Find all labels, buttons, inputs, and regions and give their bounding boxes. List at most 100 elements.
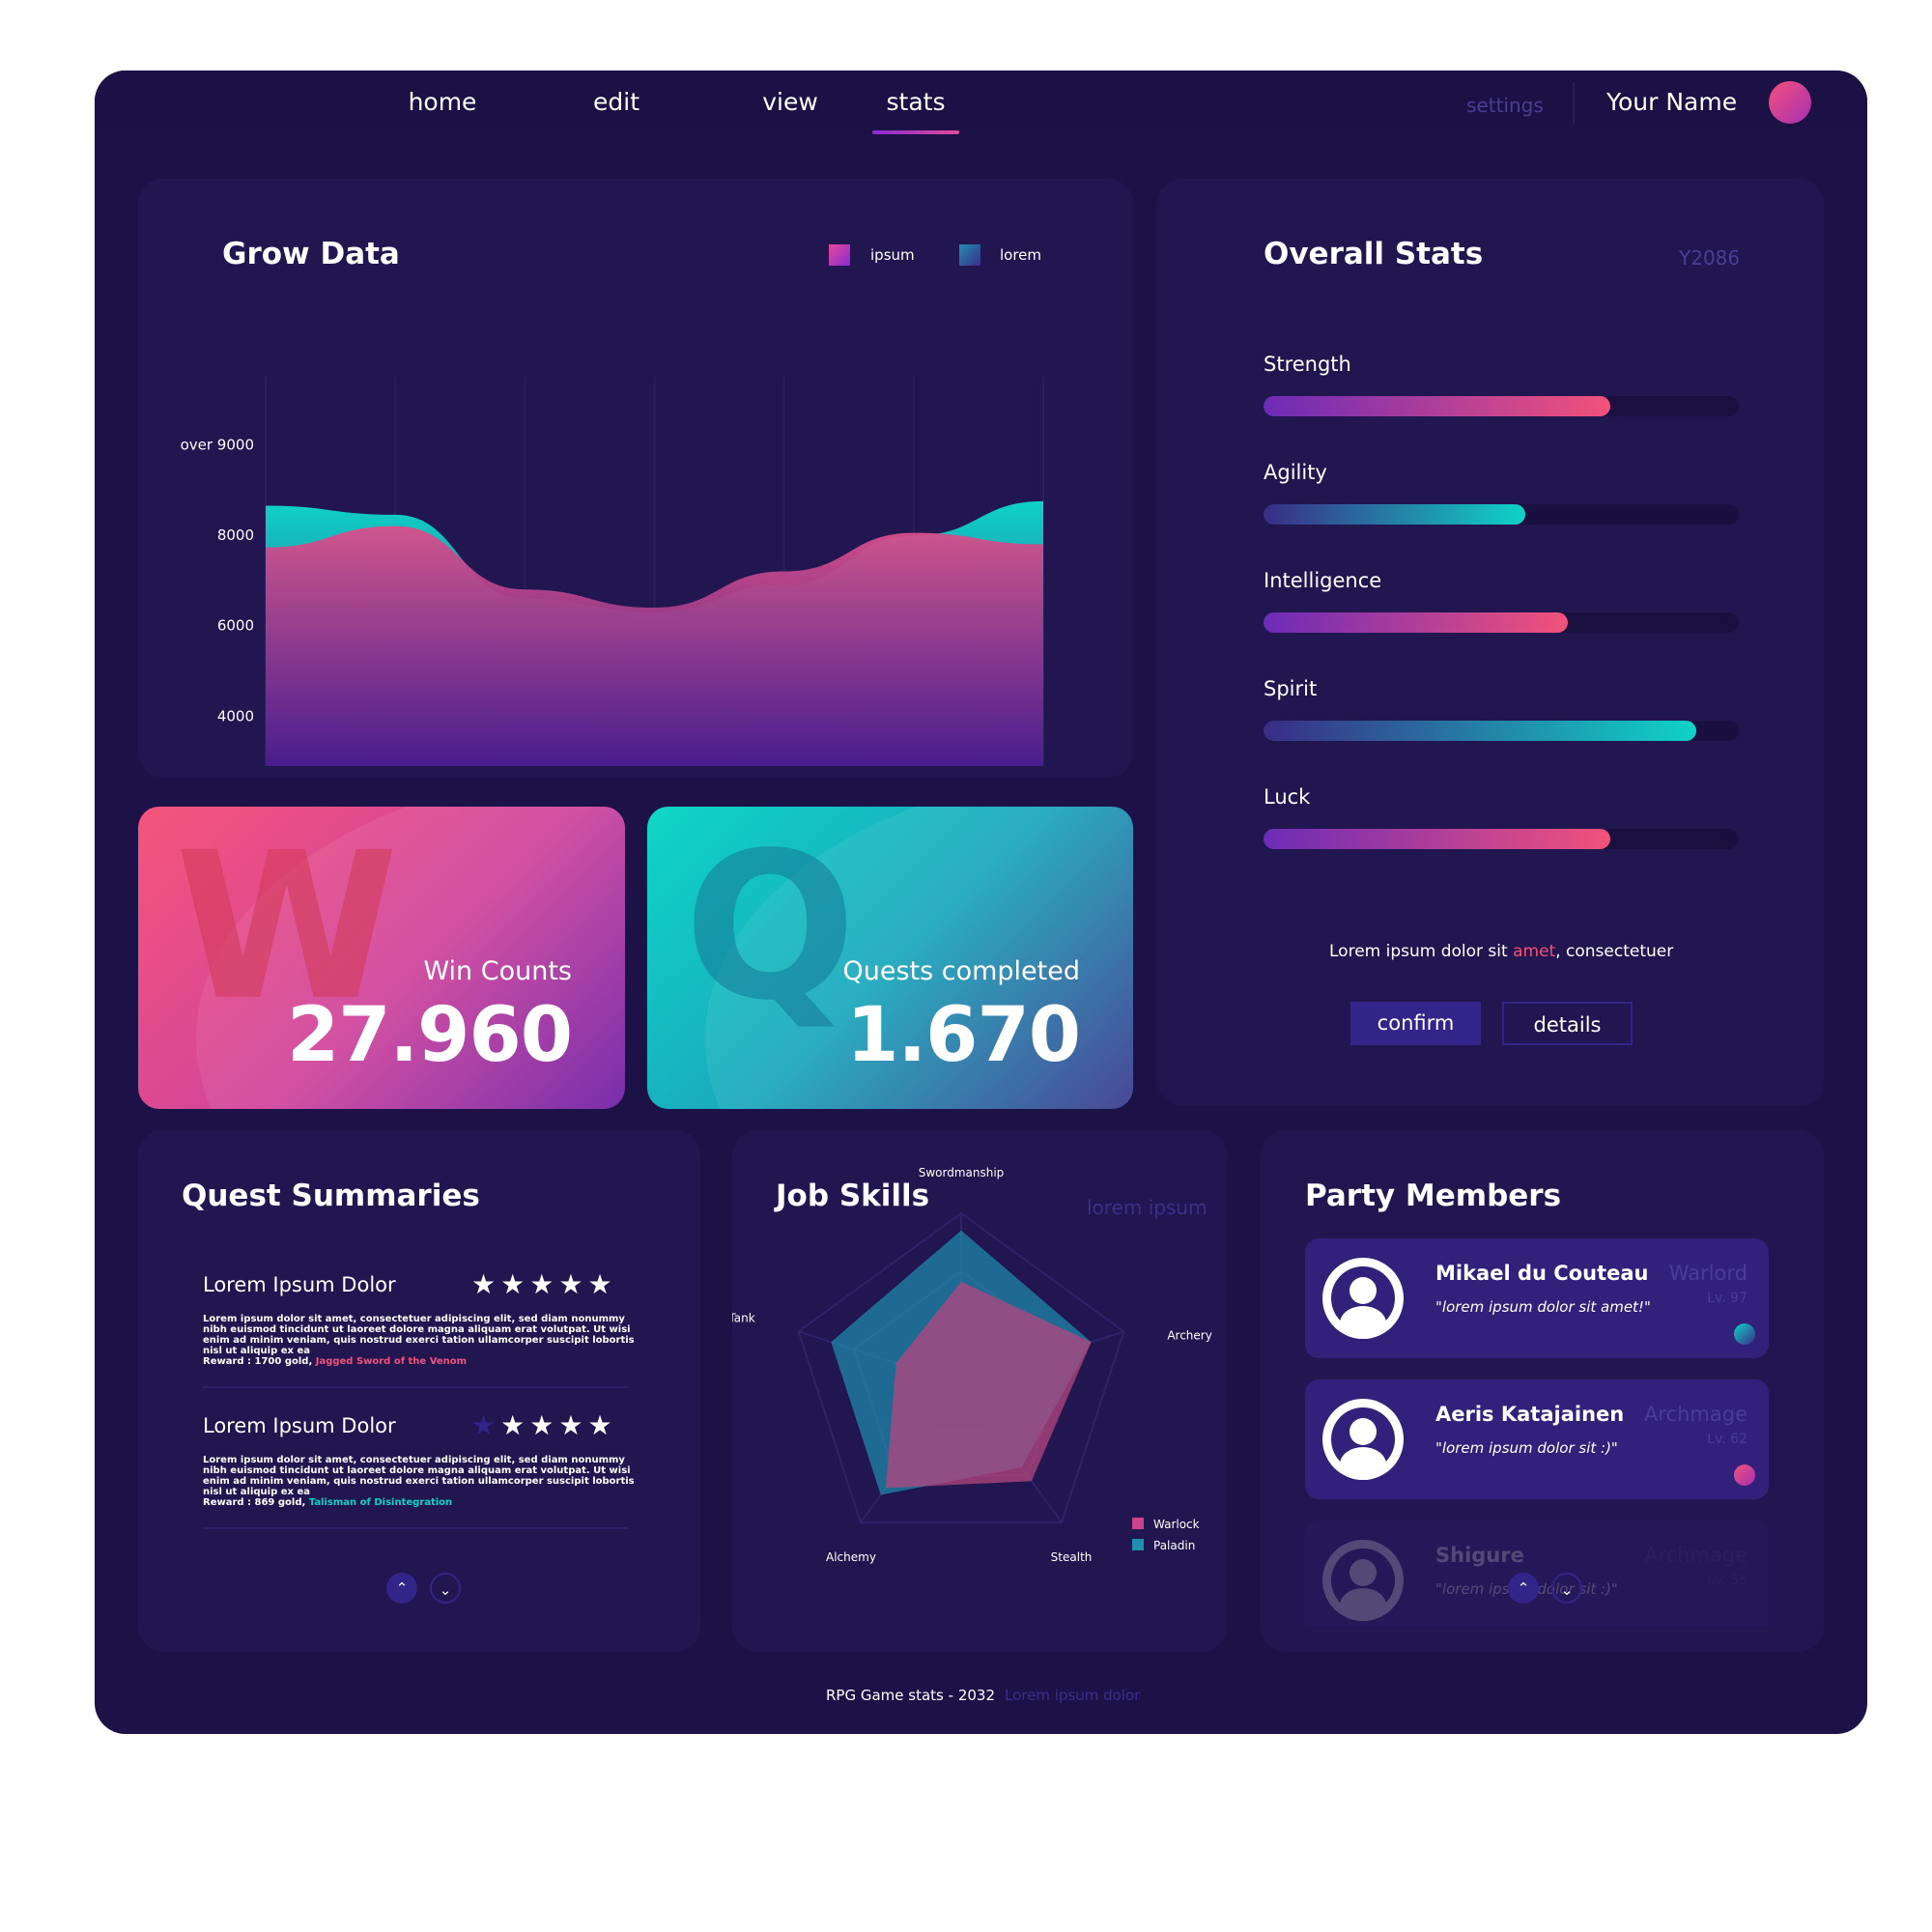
details-button[interactable]: details [1502, 1002, 1633, 1045]
stat-label-spirit: Spirit [1264, 677, 1318, 700]
job-skills-card: Job Skills lorem ipsum Swordmanship Arche… [732, 1130, 1227, 1652]
quest-summaries-card: Quest Summaries Lorem Ipsum Dolor ★★★★★ … [138, 1130, 700, 1652]
star-icon: ★ [471, 1409, 501, 1441]
member-avatar [1322, 1258, 1404, 1339]
member-class: Archmage [1644, 1544, 1747, 1567]
tab-view[interactable]: view [727, 88, 853, 116]
stat-bar-spirit [1264, 721, 1696, 741]
stat-track-luck [1264, 829, 1739, 849]
quest-reward-item[interactable]: Talisman of Disintegration [309, 1497, 452, 1508]
y-tick-label: 8000 [217, 526, 254, 544]
user-icon [1331, 1548, 1395, 1621]
y-tick-label: over 9000 [181, 436, 254, 453]
quest-reward: Reward : 869 gold, Talisman of Disintegr… [203, 1497, 452, 1508]
win-counts-value: 27.960 [287, 992, 573, 1079]
tab-stats[interactable]: stats [853, 88, 979, 116]
scroll-up-button[interactable]: ⌃ [386, 1573, 417, 1604]
radar-legend-swatch [1132, 1539, 1144, 1550]
stats-note-highlight: amet [1513, 942, 1556, 961]
user-icon [1331, 1407, 1395, 1480]
stat-bar-luck [1264, 829, 1611, 849]
quest-rating: ★★★★★ [471, 1268, 617, 1300]
stat-bar-strength [1264, 396, 1611, 416]
win-counts-label: Win Counts [423, 956, 572, 986]
active-tab-indicator [872, 130, 959, 134]
member-avatar [1322, 1399, 1404, 1480]
party-scroll-down-button[interactable]: ⌄ [1551, 1573, 1582, 1604]
grow-data-card: Grow Data ipsum lorem over 9000 8000 6000 4… [138, 179, 1133, 778]
quest-reward-text: Reward : 869 gold, [203, 1497, 309, 1508]
stat-track-strength [1264, 396, 1739, 416]
y-tick-label: 4000 [217, 707, 254, 724]
stat-track-intelligence [1264, 612, 1739, 633]
quest-title[interactable]: Lorem Ipsum Dolor [203, 1414, 396, 1437]
star-icon: ★ [529, 1409, 559, 1441]
stats-note-text: Lorem ipsum dolor sit [1329, 942, 1514, 961]
member-quote: "lorem ipsum dolor sit :)" [1435, 1439, 1618, 1457]
grow-area-chart: over 9000800060004000week 1week 1week 1w… [181, 377, 1044, 766]
star-icon: ★ [529, 1268, 559, 1300]
dashboard-window: home edit view stats settings Your Name … [95, 71, 1867, 1734]
quest-letter: Q [684, 809, 857, 1045]
quest-divider [203, 1386, 628, 1388]
stat-bar-agility [1264, 504, 1525, 525]
member-quote: "lorem ipsum dolor sit amet!" [1435, 1298, 1651, 1316]
party-member-card[interactable]: Shigure "lorem ipsum dolor sit :)" Archm… [1305, 1520, 1769, 1627]
member-avatar [1322, 1540, 1404, 1621]
quest-description: Lorem ipsum dolor sit amet, consectetuer… [203, 1455, 635, 1497]
footer-link[interactable]: Lorem ipsum dolor [1005, 1687, 1140, 1704]
member-level: Lv. 62 [1707, 1432, 1747, 1447]
quest-reward-item[interactable]: Jagged Sword of the Venom [316, 1356, 467, 1367]
quest-summaries-title: Quest Summaries [182, 1179, 480, 1213]
star-icon: ★ [471, 1268, 501, 1300]
chevron-up-icon: ⌃ [395, 1579, 409, 1597]
user-name[interactable]: Your Name [1606, 88, 1737, 116]
settings-link[interactable]: settings [1466, 94, 1544, 117]
member-level: Lv. 97 [1707, 1291, 1747, 1306]
radar-axis-label: Swordmanship [919, 1166, 1005, 1179]
user-avatar[interactable] [1769, 81, 1811, 124]
quests-completed-value: 1.670 [846, 992, 1081, 1079]
quests-completed-label: Quests completed [842, 956, 1080, 986]
scroll-down-button[interactable]: ⌄ [430, 1573, 461, 1604]
win-counts-card: W Win Counts 27.960 [138, 807, 625, 1109]
quest-rating: ★★★★★ [471, 1409, 617, 1441]
party-member-card[interactable]: Aeris Katajainen "lorem ipsum dolor sit … [1305, 1379, 1769, 1499]
footer-text: RPG Game stats - 2032 [826, 1687, 995, 1704]
party-scroll-up-button[interactable]: ⌃ [1508, 1573, 1539, 1604]
quest-reward-text: Reward : 1700 gold, [203, 1356, 316, 1367]
tab-home[interactable]: home [380, 88, 505, 116]
user-icon [1331, 1266, 1395, 1339]
quest-title[interactable]: Lorem Ipsum Dolor [203, 1273, 396, 1296]
radar-legend-label: Paladin [1153, 1539, 1195, 1552]
confirm-button[interactable]: confirm [1350, 1002, 1481, 1045]
party-members-card: Party Members Mikael du Couteau "lorem i… [1261, 1130, 1824, 1652]
radar-axis-label: Tank [732, 1311, 755, 1324]
quest-description: Lorem ipsum dolor sit amet, consectetuer… [203, 1314, 635, 1356]
member-status-dot [1734, 1323, 1755, 1345]
stats-note-tail: , consectetuer [1555, 942, 1674, 961]
year-label: Y2086 [1679, 246, 1741, 270]
star-icon: ★ [558, 1409, 588, 1441]
tab-edit[interactable]: edit [554, 88, 679, 116]
top-nav: home edit view stats settings Your Name [95, 71, 1867, 134]
member-class: Warlord [1668, 1262, 1747, 1285]
member-name: Mikael du Couteau [1435, 1262, 1649, 1285]
chevron-down-icon: ⌄ [1560, 1581, 1574, 1599]
member-class: Archmage [1644, 1403, 1747, 1426]
star-icon: ★ [558, 1268, 588, 1300]
nav-divider [1573, 82, 1575, 125]
radar-axis-label: Archery [1167, 1328, 1212, 1342]
member-name: Aeris Katajainen [1435, 1403, 1625, 1426]
y-tick-label: 6000 [217, 617, 254, 635]
party-members-title: Party Members [1305, 1179, 1562, 1213]
stat-label-luck: Luck [1264, 785, 1311, 809]
overall-stats-card: Overall Stats Y2086 Strength Agility Int… [1157, 179, 1824, 1106]
radar-axis-label: Alchemy [826, 1550, 876, 1564]
chevron-up-icon: ⌃ [1517, 1579, 1530, 1597]
party-member-card[interactable]: Mikael du Couteau "lorem ipsum dolor sit… [1305, 1238, 1769, 1358]
radar-legend-swatch [1132, 1518, 1144, 1529]
quest-divider [203, 1527, 628, 1529]
stat-label-agility: Agility [1264, 461, 1327, 484]
stat-label-strength: Strength [1264, 353, 1351, 376]
